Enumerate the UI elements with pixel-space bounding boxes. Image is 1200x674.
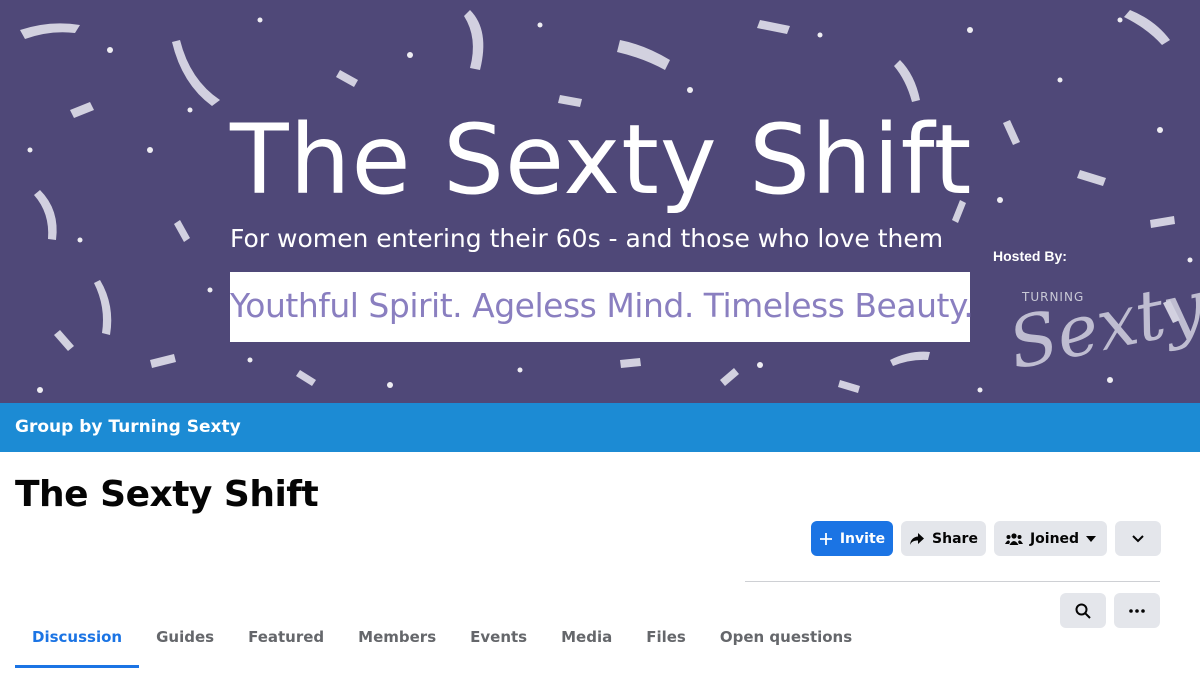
tab-guides[interactable]: Guides — [139, 612, 231, 668]
joined-label: Joined — [1029, 530, 1080, 547]
header-divider — [745, 581, 1160, 582]
group-people-icon — [1004, 532, 1023, 545]
more-options-dropdown[interactable] — [1115, 521, 1161, 556]
caret-down-icon — [1086, 535, 1097, 542]
search-button[interactable] — [1060, 593, 1106, 628]
ellipsis-icon — [1129, 608, 1145, 613]
tab-events[interactable]: Events — [453, 612, 544, 668]
share-label: Share — [932, 530, 978, 547]
tab-media[interactable]: Media — [544, 612, 629, 668]
invite-button[interactable]: Invite — [811, 521, 893, 556]
more-button[interactable] — [1114, 593, 1160, 628]
tab-discussion[interactable]: Discussion — [15, 612, 140, 668]
search-icon — [1075, 603, 1091, 619]
chevron-down-icon — [1132, 534, 1144, 542]
group-tabs: Discussion Guides Featured Members Event… — [15, 612, 869, 668]
joined-button[interactable]: Joined — [994, 521, 1107, 556]
share-arrow-icon — [910, 532, 925, 545]
tab-members[interactable]: Members — [341, 612, 453, 668]
logo-small-text: TURNING — [1022, 290, 1085, 304]
invite-label: Invite — [839, 530, 886, 547]
turning-sexty-logo: Sexty TURNING — [1000, 262, 1200, 397]
cover-title: The Sexty Shift — [230, 104, 973, 216]
plus-icon — [819, 532, 832, 545]
group-owner-link[interactable]: Group by Turning Sexty — [15, 417, 241, 437]
share-button[interactable]: Share — [901, 521, 986, 556]
tab-featured[interactable]: Featured — [231, 612, 341, 668]
group-owner-bar: Group by Turning Sexty — [0, 403, 1200, 452]
tab-files[interactable]: Files — [629, 612, 703, 668]
page-title: The Sexty Shift — [15, 474, 319, 515]
cover-tagline: Youthful Spirit. Ageless Mind. Timeless … — [230, 286, 974, 325]
tab-open-questions[interactable]: Open questions — [703, 612, 869, 668]
cover-subtitle: For women entering their 60s - and those… — [230, 224, 944, 253]
tagline-box: Youthful Spirit. Ageless Mind. Timeless … — [230, 272, 974, 342]
cover-photo: The Sexty Shift For women entering their… — [0, 0, 1200, 403]
